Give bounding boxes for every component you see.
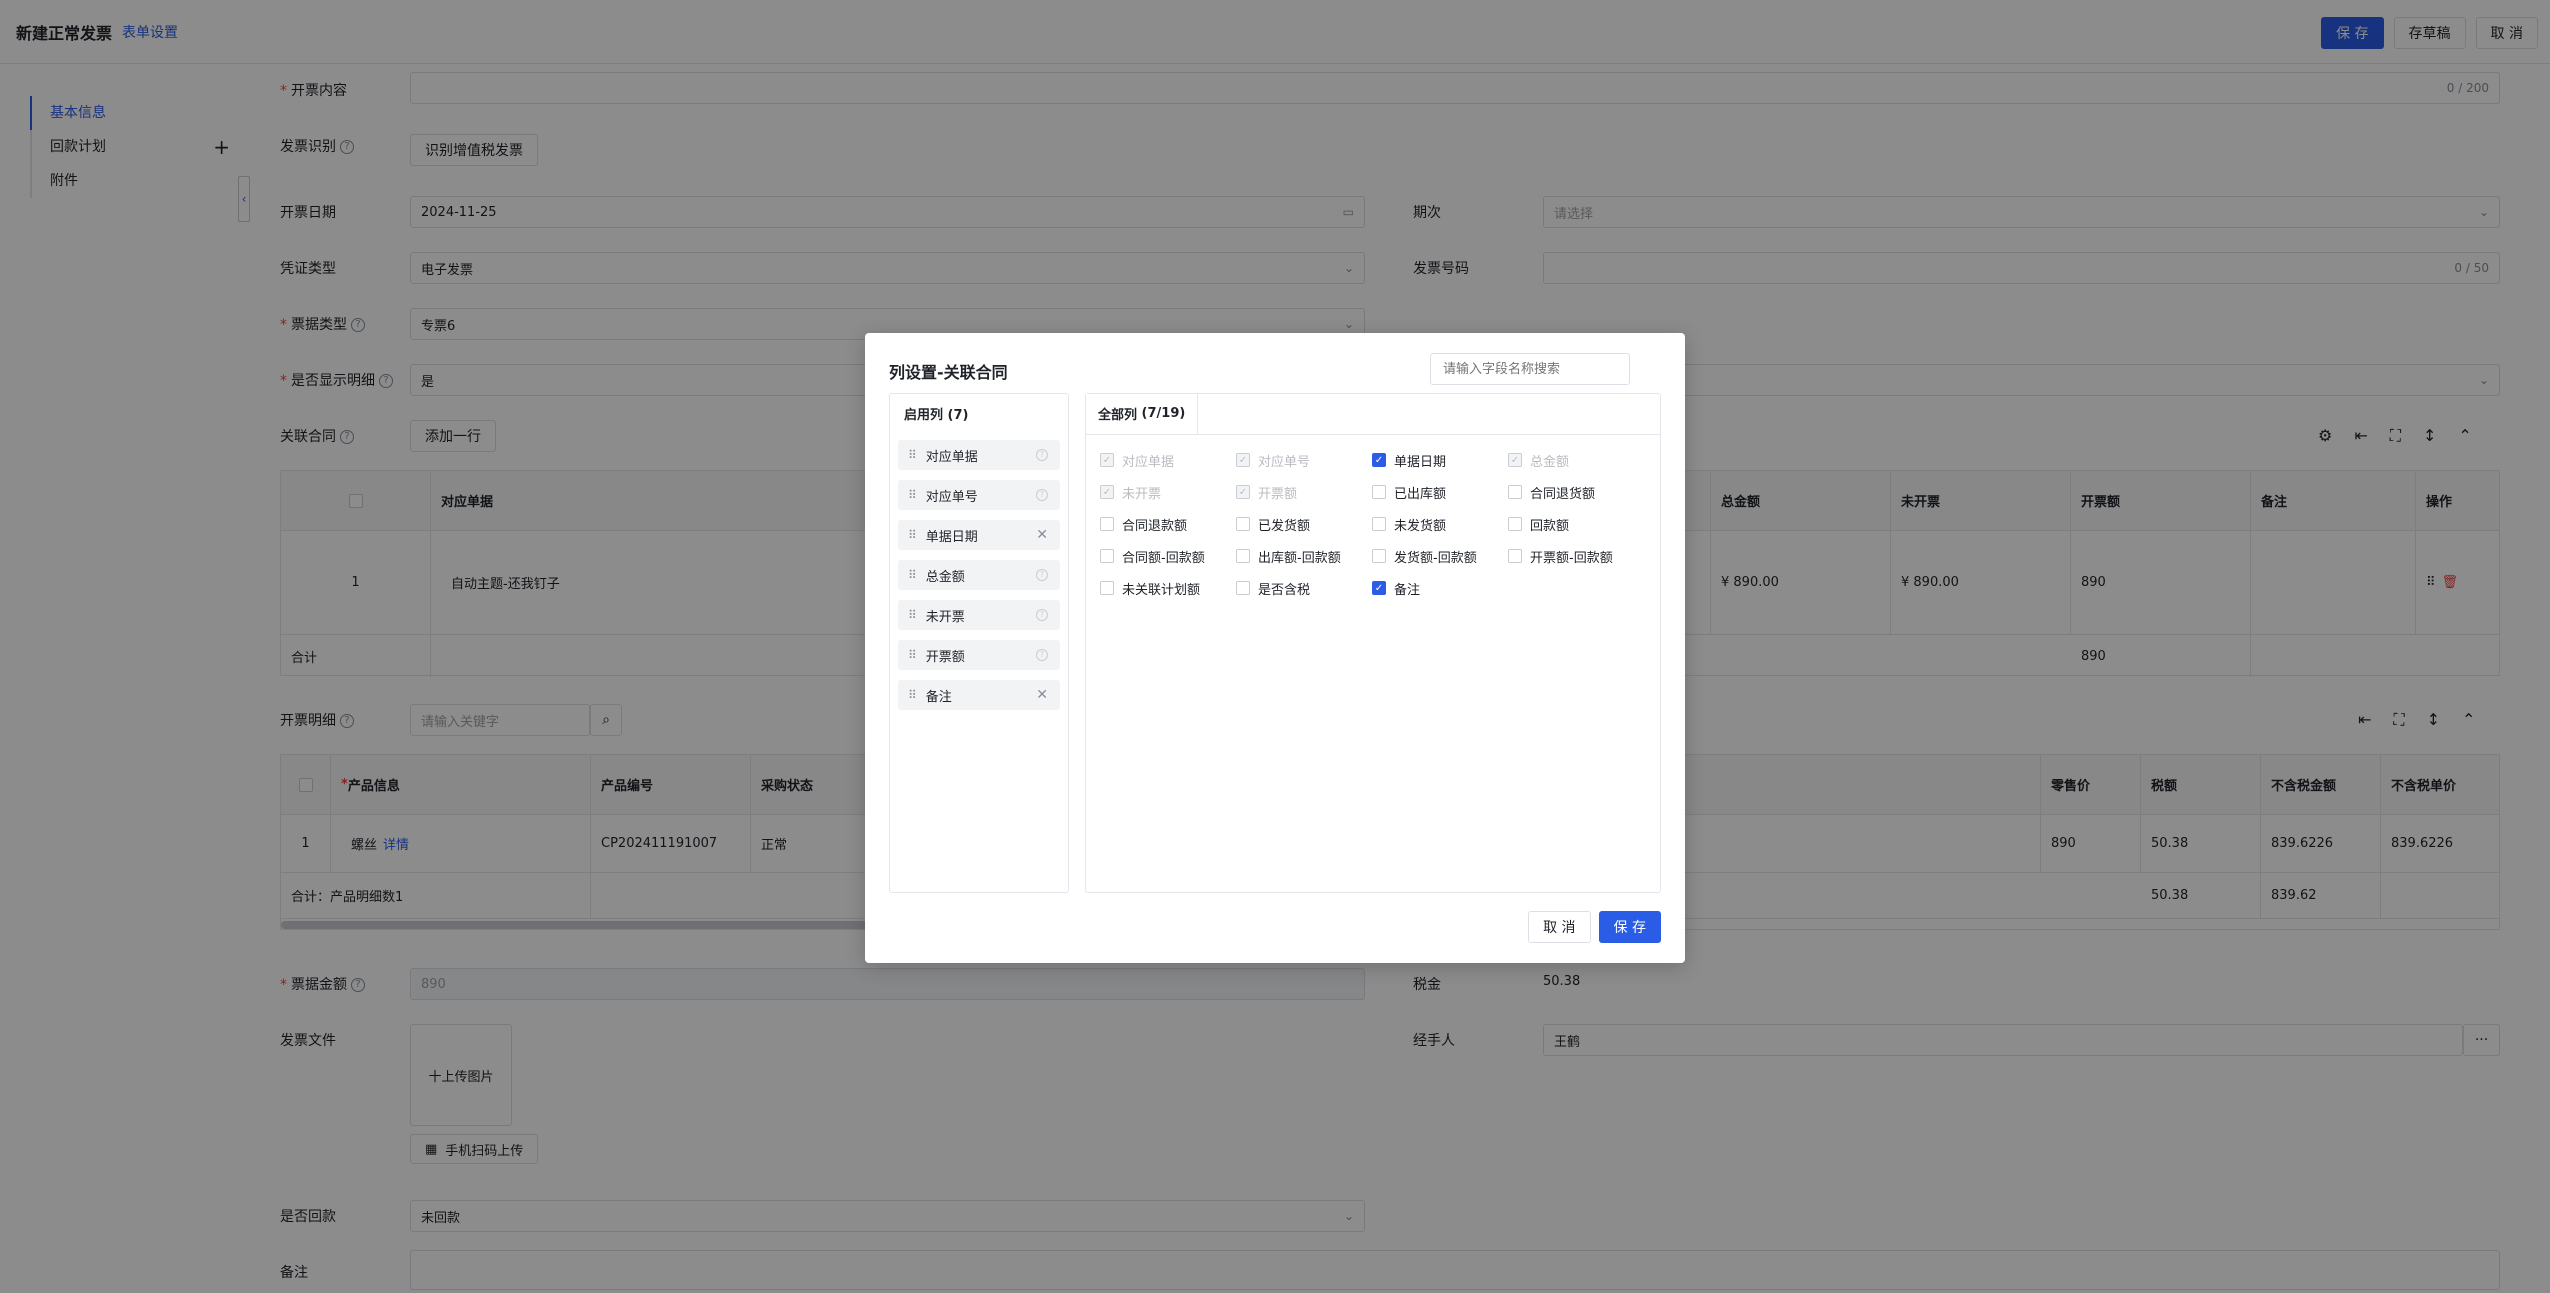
help-icon: ? [1036,489,1048,501]
enabled-column-item[interactable]: ⠿ 对应单号? [898,480,1060,510]
checkbox [1508,517,1522,531]
column-option[interactable]: 回款额 [1508,514,1644,534]
checkbox [1508,485,1522,499]
enabled-column-item[interactable]: ⠿ 开票额? [898,640,1060,670]
column-option[interactable]: 是否含税 [1236,578,1372,598]
checkbox [1236,517,1250,531]
dialog-footer: 取 消 保 存 [1528,911,1661,943]
checkbox [1372,485,1386,499]
checkbox [1100,581,1114,595]
column-option[interactable]: 未发货额 [1372,514,1508,534]
help-icon: ? [1036,569,1048,581]
column-option: ✓ 总金额 [1508,450,1644,470]
help-icon: ? [1036,449,1048,461]
drag-handle-icon[interactable]: ⠿ [908,688,917,702]
checkbox: ✓ [1508,453,1522,467]
checkbox: ✓ [1372,453,1386,467]
enabled-columns-title: 启用列 (7) [904,408,969,423]
checkbox: ✓ [1236,453,1250,467]
enabled-column-item[interactable]: ⠿ 对应单据? [898,440,1060,470]
checkbox [1372,549,1386,563]
column-option[interactable]: 发货额-回款额 [1372,546,1508,566]
column-option[interactable]: 出库额-回款额 [1236,546,1372,566]
checkbox: ✓ [1100,453,1114,467]
field-search-input[interactable] [1430,353,1630,385]
column-option: ✓ 开票额 [1236,482,1372,502]
enabled-column-item[interactable]: ⠿ 单据日期 ✕ [898,520,1060,550]
checkbox: ✓ [1100,485,1114,499]
column-option: ✓ 未开票 [1100,482,1236,502]
drag-handle-icon[interactable]: ⠿ [908,448,917,462]
column-option[interactable]: 开票额-回款额 [1508,546,1644,566]
checkbox [1236,549,1250,563]
drag-handle-icon[interactable]: ⠿ [908,488,917,502]
column-option[interactable]: 未关联计划额 [1100,578,1236,598]
column-option: ✓ 对应单据 [1100,450,1236,470]
drag-handle-icon[interactable]: ⠿ [908,528,917,542]
checkbox [1372,517,1386,531]
dialog-save-button[interactable]: 保 存 [1598,911,1661,943]
checkbox: ✓ [1236,485,1250,499]
drag-handle-icon[interactable]: ⠿ [908,608,917,622]
column-option[interactable]: 合同额-回款额 [1100,546,1236,566]
close-icon[interactable]: ✕ [1036,687,1048,703]
column-settings-dialog: 列设置-关联合同 启用列 (7) ⠿对应单据? ⠿对应单号? ⠿单据日期✕ ⠿总… [865,333,1685,963]
drag-handle-icon[interactable]: ⠿ [908,648,917,662]
dialog-title: 列设置-关联合同 [889,363,1008,382]
enabled-column-item[interactable]: ⠿ 总金额? [898,560,1060,590]
all-columns-panel: 全部列 (7/19) ✓ 对应单据 ✓ 对应单号 ✓ 单据日期 ✓ 总金额 ✓ 未开票 ✓… [1085,393,1661,893]
dialog-cancel-button[interactable]: 取 消 [1528,911,1591,943]
enabled-columns-panel: 启用列 (7) ⠿ 对应单据? ⠿ 对应单号? ⠿ 单据日期 ✕ ⠿ 总金额? ⠿ 未开票?… [889,393,1069,893]
all-columns-tab[interactable]: 全部列 (7/19) [1086,394,1199,434]
column-option[interactable]: ✓ 备注 [1372,578,1508,598]
checkbox [1100,549,1114,563]
column-option: ✓ 对应单号 [1236,450,1372,470]
enabled-column-item[interactable]: ⠿ 未开票? [898,600,1060,630]
close-icon[interactable]: ✕ [1036,527,1048,543]
column-option[interactable]: ✓ 单据日期 [1372,450,1508,470]
help-icon: ? [1036,609,1048,621]
help-icon: ? [1036,649,1048,661]
column-option[interactable]: 已发货额 [1236,514,1372,534]
checkbox [1100,517,1114,531]
column-option[interactable]: 合同退款额 [1100,514,1236,534]
column-option[interactable]: 合同退货额 [1508,482,1644,502]
checkbox: ✓ [1372,581,1386,595]
enabled-columns-list: ⠿ 对应单据? ⠿ 对应单号? ⠿ 单据日期 ✕ ⠿ 总金额? ⠿ 未开票? ⠿ 开票额? ⠿… [898,440,1060,720]
enabled-column-item[interactable]: ⠿ 备注 ✕ [898,680,1060,710]
drag-handle-icon[interactable]: ⠿ [908,568,917,582]
column-option[interactable]: 已出库额 [1372,482,1508,502]
checkbox [1508,549,1522,563]
checkbox [1236,581,1250,595]
